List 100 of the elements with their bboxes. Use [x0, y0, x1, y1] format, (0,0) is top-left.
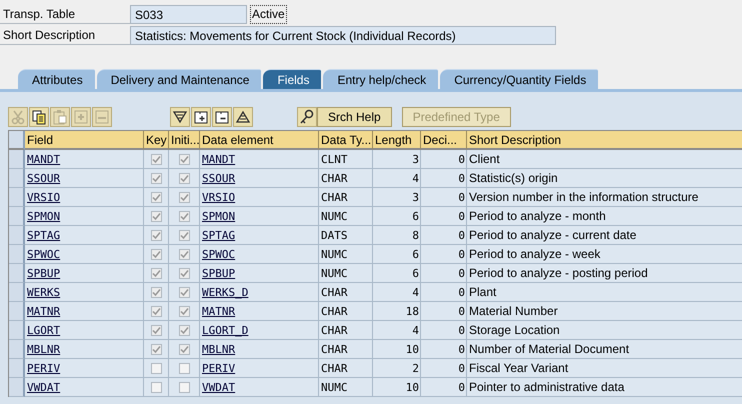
- folder-minus-icon[interactable]: [212, 107, 232, 127]
- column-header[interactable]: Data Ty...: [319, 131, 373, 150]
- table-cell: 0: [458, 286, 465, 298]
- checkbox[interactable]: [178, 172, 190, 184]
- checkbox[interactable]: [150, 306, 162, 316]
- checkbox[interactable]: [150, 324, 162, 336]
- copy-icon[interactable]: [29, 107, 49, 127]
- tab[interactable]: Delivery and Maintenance: [96, 69, 262, 89]
- data-element-link[interactable]: SSOUR: [202, 172, 236, 184]
- description-field[interactable]: Statistics: Movements for Current Stock (Individual Records): [130, 26, 556, 44]
- column-header[interactable]: Short Description: [467, 131, 742, 150]
- checkbox[interactable]: [178, 324, 190, 336]
- checkbox[interactable]: [150, 230, 162, 240]
- checkbox[interactable]: [178, 286, 190, 298]
- row-selector[interactable]: [9, 283, 25, 302]
- table-name-field[interactable]: S033: [130, 4, 247, 24]
- tab[interactable]: Entry help/check: [323, 69, 438, 89]
- tab[interactable]: Currency/Quantity Fields: [440, 69, 598, 89]
- data-element-link[interactable]: MANDT: [202, 152, 236, 166]
- field-name-link[interactable]: WERKS: [27, 286, 60, 298]
- data-element-link[interactable]: VRSIO: [202, 190, 236, 204]
- key-icon[interactable]: [297, 107, 317, 127]
- field-name-link[interactable]: VRSIO: [27, 190, 60, 204]
- checkbox[interactable]: [150, 192, 162, 202]
- checkbox[interactable]: [178, 306, 190, 316]
- checkbox[interactable]: [178, 362, 190, 374]
- field-name-link[interactable]: SSOUR: [27, 172, 60, 184]
- table-cell: 0: [458, 210, 465, 222]
- table-cell: CHAR: [321, 286, 348, 298]
- table-cell: 10: [406, 380, 419, 394]
- checkbox[interactable]: [150, 172, 162, 184]
- field-name-link[interactable]: LGORT: [27, 324, 60, 336]
- checkbox[interactable]: [150, 248, 162, 260]
- field-name-link[interactable]: MATNR: [27, 304, 60, 318]
- column-header[interactable]: Deci...: [421, 131, 467, 150]
- data-element-link[interactable]: PERIV: [202, 362, 236, 374]
- field-name-link[interactable]: SPMON: [27, 210, 60, 222]
- row-selector[interactable]: [9, 207, 25, 226]
- checkbox[interactable]: [178, 268, 190, 278]
- column-header[interactable]: Data element: [200, 131, 319, 150]
- column-header[interactable]: Initi...: [169, 131, 200, 150]
- checkbox[interactable]: [178, 154, 190, 164]
- field-name-link[interactable]: MANDT: [27, 152, 60, 166]
- table-cell: NUMC: [321, 266, 348, 280]
- field-name-link[interactable]: SPBUP: [27, 266, 60, 280]
- table-cell: Fiscal Year Variant: [469, 361, 568, 375]
- field-name-link[interactable]: VWDAT: [27, 380, 60, 394]
- toolbar-button[interactable]: Srch Help: [317, 107, 392, 127]
- row-selector[interactable]: [9, 359, 25, 378]
- chevron-up-icon[interactable]: [233, 107, 253, 127]
- checkbox[interactable]: [150, 344, 162, 354]
- field-name-link[interactable]: SPTAG: [27, 228, 60, 242]
- tab[interactable]: Attributes: [18, 69, 95, 89]
- table-cell: Period to analyze - week: [469, 247, 600, 261]
- row-selector[interactable]: [9, 321, 25, 340]
- checkbox[interactable]: [178, 248, 190, 260]
- data-element-link[interactable]: SPTAG: [202, 228, 236, 242]
- checkbox[interactable]: [150, 286, 162, 298]
- checkbox[interactable]: [150, 382, 162, 392]
- checkbox[interactable]: [178, 192, 190, 202]
- row-selector[interactable]: [9, 169, 25, 188]
- column-header[interactable]: Field: [25, 131, 144, 150]
- checkbox[interactable]: [150, 210, 162, 222]
- row-selector[interactable]: [9, 188, 25, 207]
- tab[interactable]: Fields: [263, 69, 322, 89]
- folder-plus-icon[interactable]: [191, 107, 211, 127]
- checkbox[interactable]: [178, 210, 190, 222]
- table-cell: 4: [412, 324, 419, 336]
- data-element-link[interactable]: MATNR: [202, 304, 236, 318]
- data-element-link[interactable]: SPMON: [202, 210, 236, 222]
- data-element-link[interactable]: MBLNR: [202, 342, 236, 356]
- data-element-link[interactable]: SPWOC: [202, 248, 236, 260]
- field-name-link[interactable]: PERIV: [27, 362, 60, 374]
- row-selector[interactable]: [9, 264, 25, 283]
- field-name-link[interactable]: SPWOC: [27, 248, 60, 260]
- column-header[interactable]: Length: [373, 131, 421, 150]
- row-selector[interactable]: [9, 226, 25, 245]
- checkbox[interactable]: [150, 154, 162, 164]
- checkbox[interactable]: [178, 344, 190, 354]
- table-cell: Client: [469, 152, 500, 166]
- table-cell: 0: [458, 190, 465, 204]
- column-header[interactable]: Key: [144, 131, 169, 150]
- row-selector[interactable]: [9, 378, 25, 397]
- table-cell: 0: [458, 248, 465, 260]
- table-cell: Storage Location: [469, 323, 560, 337]
- data-element-link[interactable]: VWDAT: [202, 380, 236, 394]
- checkbox[interactable]: [178, 230, 190, 240]
- row-selector[interactable]: [9, 340, 25, 359]
- table-cell: 4: [412, 172, 419, 184]
- data-element-link[interactable]: SPBUP: [202, 266, 236, 280]
- checkbox[interactable]: [150, 268, 162, 278]
- row-selector[interactable]: [9, 245, 25, 264]
- table-cell: CHAR: [321, 324, 348, 336]
- row-selector[interactable]: [9, 150, 25, 169]
- checkbox[interactable]: [150, 362, 162, 374]
- row-selector[interactable]: [9, 302, 25, 321]
- chevron-down-icon[interactable]: [170, 107, 190, 127]
- checkbox[interactable]: [178, 382, 190, 392]
- table-cell: Period to analyze - month: [469, 209, 606, 223]
- field-name-link[interactable]: MBLNR: [27, 342, 60, 356]
